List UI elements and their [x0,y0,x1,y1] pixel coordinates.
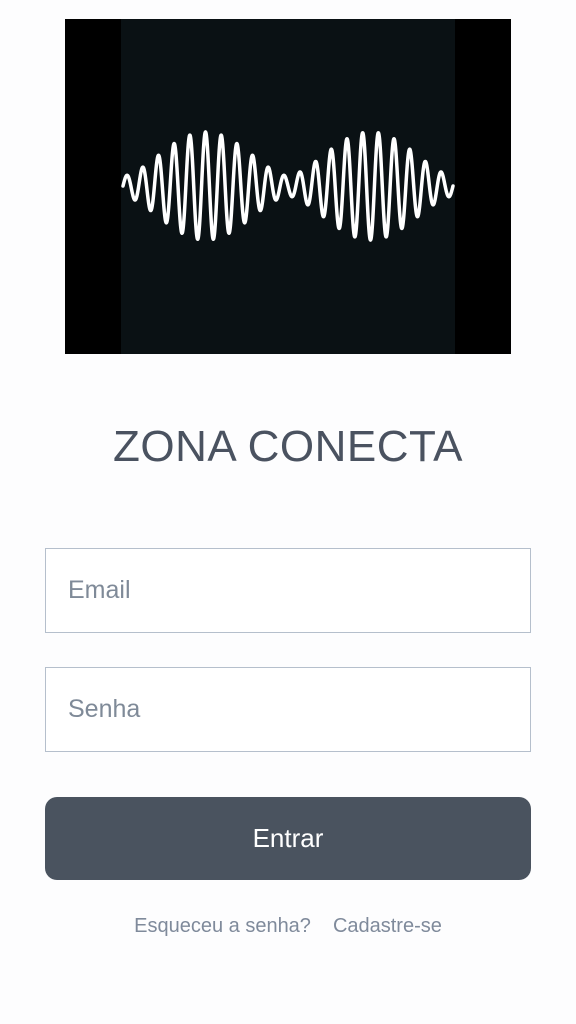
email-field[interactable] [45,548,531,633]
sound-wave-icon [121,130,455,242]
forgot-password-link[interactable]: Esqueceu a senha? [134,915,311,937]
app-logo [65,19,511,354]
email-input[interactable] [46,549,530,632]
app-title: ZONA CONECTA [113,422,463,471]
logo-background [121,19,455,354]
password-input[interactable] [46,668,530,751]
login-button[interactable]: Entrar [45,797,531,880]
login-screen: ZONA CONECTA Entrar Esqueceu a senha? Cad… [0,0,576,1024]
password-field[interactable] [45,667,531,752]
auth-links: Esqueceu a senha? Cadastre-se [0,915,576,938]
sign-up-link[interactable]: Cadastre-se [333,915,442,937]
